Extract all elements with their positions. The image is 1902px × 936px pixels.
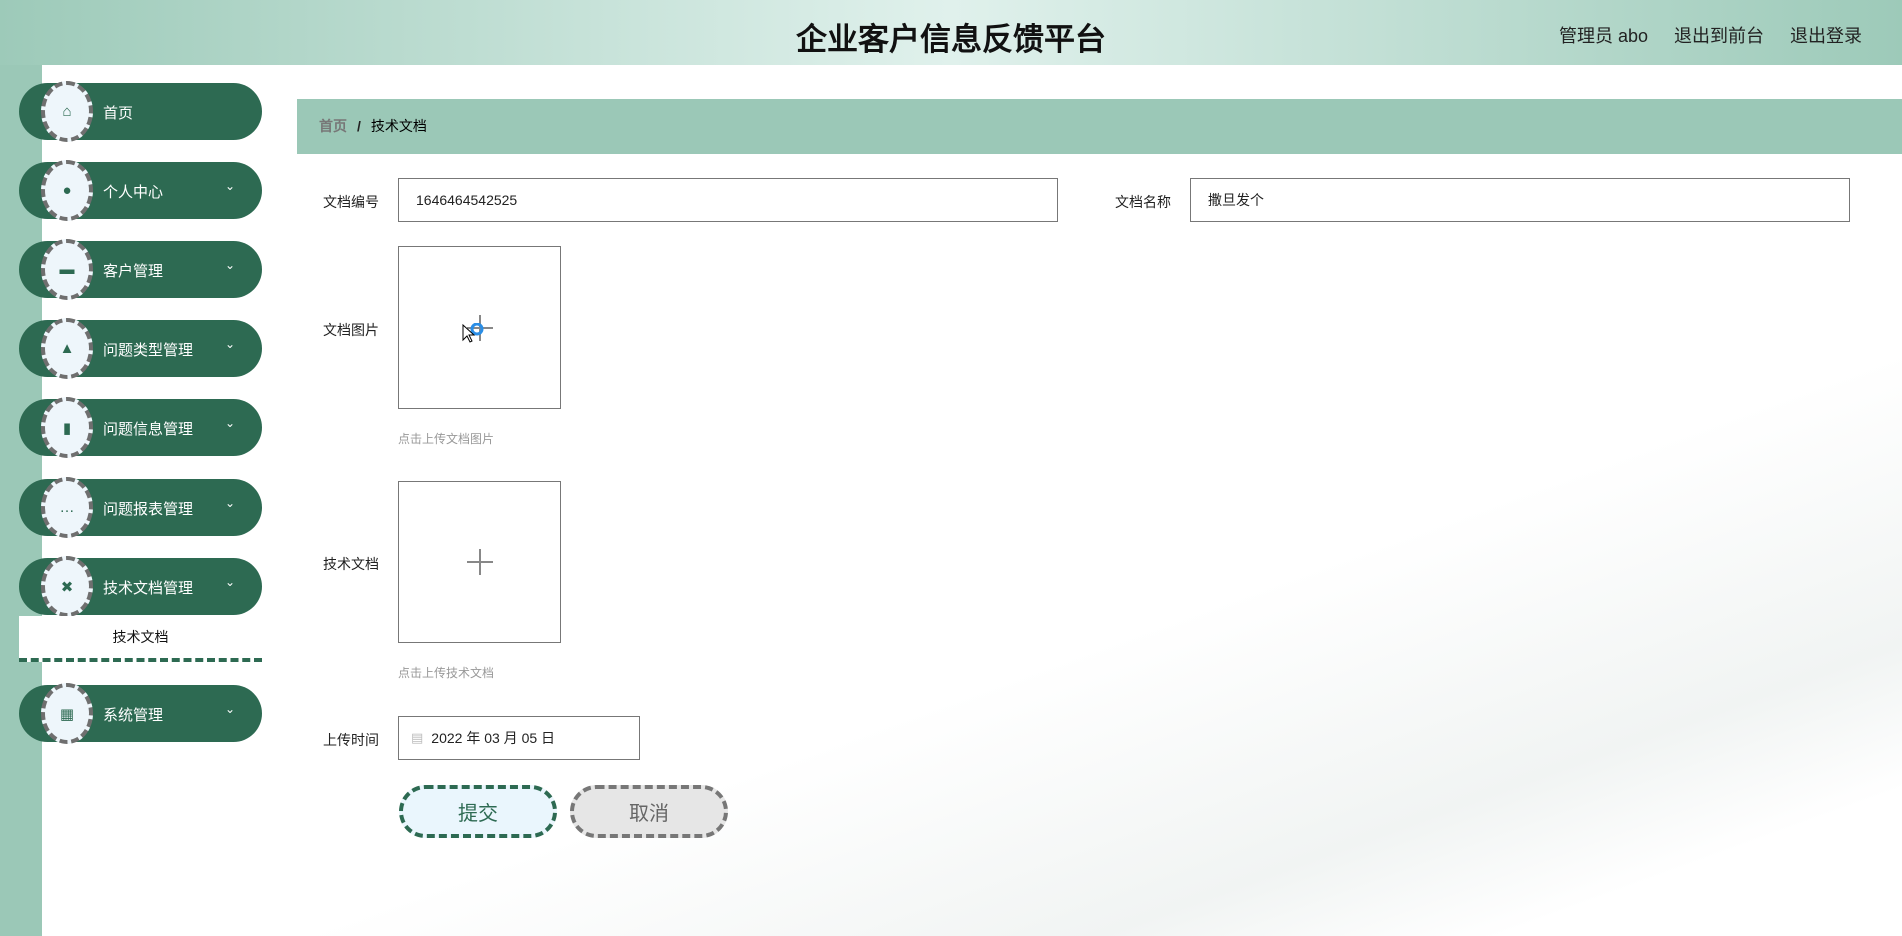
chevron-down-icon: ⌄ [225,496,236,510]
breadcrumb-current: 技术文档 [370,118,427,134]
image-hint: 点击上传文档图片 [398,432,495,446]
calendar-icon: ▤ [411,730,424,745]
sidebar-item-7[interactable]: ▦ 系统管理 ⌄ [19,683,262,744]
monitor-icon: ▬ [41,239,93,300]
chat-icon: … [41,477,93,538]
sidebar-item-label: 问题报表管理 [103,501,194,518]
sidebar-item-label: 个人中心 [103,184,164,201]
breadcrumb-home[interactable]: 首页 [319,118,347,134]
sidebar-item-label: 问题类型管理 [103,342,194,359]
cursor-icon [462,323,484,343]
chevron-down-icon: ⌄ [225,575,236,589]
user-icon: ● [41,160,93,221]
sidebar-item-6[interactable]: ✖ 技术文档管理 ⌄ [19,556,262,617]
doc-no-input[interactable]: 1646464542525 [398,178,1058,222]
sidebar-item-1[interactable]: ● 个人中心 ⌄ [19,160,262,221]
ticket-icon: ✖ [41,556,93,617]
sidebar-item-label: 问题信息管理 [103,421,194,438]
file-upload[interactable] [398,481,561,643]
submenu-item-tech-doc[interactable]: 技术文档 [19,616,262,662]
logout-link[interactable]: 退出登录 [1790,22,1862,48]
sidebar-item-label: 首页 [103,105,134,122]
sidebar-item-0[interactable]: ⌂ 首页 [19,81,262,142]
grid-icon: ▦ [41,683,93,744]
doc-no-label: 文档编号 [323,194,379,210]
user-label: 管理员 abo [1558,26,1648,46]
top-header: 企业客户信息反馈平台 管理员 abo 退出到前台 退出登录 [0,0,1902,65]
file-label: 技术文档 [323,556,379,572]
breadcrumb-separator: / [357,118,361,134]
doc-name-input[interactable]: 撒旦发个 [1190,178,1850,222]
person-icon: ▲ [41,318,93,379]
sidebar-item-4[interactable]: ▮ 问题信息管理 ⌄ [19,397,262,458]
chevron-down-icon: ⌄ [225,337,236,351]
sidebar-item-2[interactable]: ▬ 客户管理 ⌄ [19,239,262,300]
chevron-down-icon: ⌄ [225,416,236,430]
time-value: 2022 年 03 月 05 日 [431,730,556,746]
home-icon: ⌂ [41,81,93,142]
time-label: 上传时间 [323,732,379,748]
book-icon: ▮ [41,397,93,458]
breadcrumb: 首页 / 技术文档 [297,99,1902,154]
file-hint: 点击上传技术文档 [398,666,495,680]
submit-button[interactable]: 提交 [399,785,557,838]
sidebar-item-label: 技术文档管理 [103,580,194,597]
sidebar-item-3[interactable]: ▲ 问题类型管理 ⌄ [19,318,262,379]
chevron-down-icon: ⌄ [225,258,236,272]
plus-icon [466,549,493,575]
image-upload[interactable] [398,246,561,409]
sidebar-item-label: 系统管理 [103,707,164,724]
to-front-link[interactable]: 退出到前台 [1674,22,1764,48]
chevron-down-icon: ⌄ [225,179,236,193]
cancel-button[interactable]: 取消 [570,785,728,838]
chevron-down-icon: ⌄ [225,702,236,716]
doc-name-label: 文档名称 [1115,194,1171,210]
image-label: 文档图片 [323,322,379,338]
time-input[interactable]: ▤ 2022 年 03 月 05 日 [398,716,640,760]
sidebar-item-label: 客户管理 [103,263,164,280]
sidebar-item-5[interactable]: … 问题报表管理 ⌄ [19,477,262,538]
